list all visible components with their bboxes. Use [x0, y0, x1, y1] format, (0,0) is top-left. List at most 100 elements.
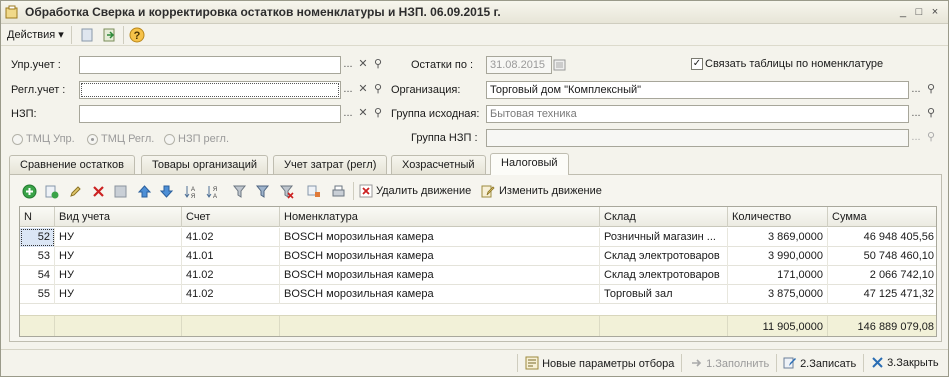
- nzp-clear-icon[interactable]: ✕: [356, 105, 370, 123]
- copy-add-icon[interactable]: [44, 184, 59, 199]
- edit-move-label: Изменить движение: [499, 185, 602, 197]
- col-header-n[interactable]: N: [20, 207, 55, 227]
- regl-field[interactable]: [79, 81, 341, 99]
- radio-tmc-regl[interactable]: [87, 134, 98, 145]
- calendar-icon[interactable]: [553, 58, 566, 71]
- cell-sklad[interactable]: Склад электротоваров: [600, 266, 728, 285]
- nzp-search-icon[interactable]: ⚲: [371, 105, 385, 123]
- save-icon[interactable]: [113, 184, 128, 199]
- radio-tmc-upr[interactable]: [12, 134, 23, 145]
- delete-move-label: Удалить движение: [376, 185, 472, 197]
- write-button[interactable]: 2.Записать: [783, 356, 856, 371]
- cell-sum[interactable]: 47 125 471,32: [828, 285, 936, 304]
- cell-schet[interactable]: 41.01: [182, 247, 280, 266]
- col-header-schet[interactable]: Счет: [182, 207, 280, 227]
- cell-sum[interactable]: 46 948 405,56: [828, 228, 936, 247]
- help-icon[interactable]: ?: [129, 27, 145, 43]
- cell-vid[interactable]: НУ: [55, 247, 182, 266]
- upr-search-icon[interactable]: ⚲: [371, 56, 385, 74]
- group-nzp-field[interactable]: [486, 129, 909, 147]
- cell-sklad[interactable]: Склад электротоваров: [600, 247, 728, 266]
- nzp-field[interactable]: [79, 105, 341, 123]
- tab-sravnenie[interactable]: Сравнение остатков: [9, 155, 135, 174]
- edit-icon[interactable]: [68, 184, 83, 199]
- org-field[interactable]: Торговый дом "Комплексный": [486, 81, 909, 99]
- group-src-select-button[interactable]: ...: [909, 105, 923, 123]
- new-params-button[interactable]: Новые параметры отбора: [525, 356, 674, 371]
- tab-uchet-zatrat[interactable]: Учет затрат (регл): [273, 155, 388, 174]
- cell-qty[interactable]: 3 875,0000: [728, 285, 828, 304]
- cell-vid[interactable]: НУ: [55, 266, 182, 285]
- sort-desc-icon[interactable]: Я A: [205, 184, 220, 199]
- group-src-field[interactable]: Бытовая техника: [486, 105, 909, 123]
- table-row[interactable]: 55 НУ 41.02 BOSCH морозильная камера Тор…: [20, 285, 936, 304]
- table-row[interactable]: 54 НУ 41.02 BOSCH морозильная камера Скл…: [20, 266, 936, 285]
- actions-menu-button[interactable]: Действия ▾: [3, 26, 68, 44]
- upr-field[interactable]: [79, 56, 341, 74]
- move-up-icon[interactable]: [137, 184, 152, 199]
- close-button[interactable]: 3.Закрыть: [871, 356, 939, 370]
- cell-nom[interactable]: BOSCH морозильная камера: [280, 285, 600, 304]
- cell-schet[interactable]: 41.02: [182, 266, 280, 285]
- filter-icon[interactable]: [232, 184, 247, 199]
- maximize-button[interactable]: □: [913, 6, 925, 18]
- col-header-vid[interactable]: Вид учета: [55, 207, 182, 227]
- cell-sklad[interactable]: Торговый зал: [600, 285, 728, 304]
- col-header-qty[interactable]: Количество: [728, 207, 828, 227]
- cell-n[interactable]: 55: [20, 285, 55, 304]
- movements-table[interactable]: N Вид учета Счет Номенклатура Склад Коли…: [19, 206, 937, 337]
- cell-n[interactable]: 53: [20, 247, 55, 266]
- org-select-button[interactable]: ...: [909, 81, 923, 99]
- window-title: Обработка Сверка и корректировка остатко…: [25, 5, 501, 19]
- structure-icon[interactable]: [306, 184, 321, 199]
- regl-select-button[interactable]: ...: [341, 81, 355, 99]
- upr-clear-icon[interactable]: ✕: [356, 56, 370, 74]
- sort-asc-icon[interactable]: A Я: [183, 184, 198, 199]
- upr-select-button[interactable]: ...: [341, 56, 355, 74]
- cell-vid[interactable]: НУ: [55, 285, 182, 304]
- regl-clear-icon[interactable]: ✕: [356, 81, 370, 99]
- close-window-button[interactable]: ×: [929, 6, 941, 18]
- cell-sum[interactable]: 50 748 460,10: [828, 247, 936, 266]
- cell-schet[interactable]: 41.02: [182, 285, 280, 304]
- delete-icon[interactable]: [91, 184, 106, 199]
- nzp-select-button[interactable]: ...: [341, 105, 355, 123]
- cell-nom[interactable]: BOSCH морозильная камера: [280, 266, 600, 285]
- cell-n[interactable]: 52: [20, 228, 55, 247]
- col-header-sklad[interactable]: Склад: [600, 207, 728, 227]
- filter-set-icon[interactable]: [255, 184, 270, 199]
- cell-nom[interactable]: BOSCH морозильная камера: [280, 228, 600, 247]
- tab-nalogovy[interactable]: Налоговый: [490, 153, 569, 175]
- cell-qty[interactable]: 3 990,0000: [728, 247, 828, 266]
- cell-vid[interactable]: НУ: [55, 228, 182, 247]
- group-nzp-select-button[interactable]: ...: [909, 129, 923, 147]
- cell-nom[interactable]: BOSCH морозильная камера: [280, 247, 600, 266]
- cell-qty[interactable]: 3 869,0000: [728, 228, 828, 247]
- col-header-sum[interactable]: Сумма: [828, 207, 936, 227]
- table-row[interactable]: 52 НУ 41.02 BOSCH морозильная камера Роз…: [20, 228, 936, 247]
- tab-tovary[interactable]: Товары организаций: [141, 155, 268, 174]
- print-icon[interactable]: [331, 184, 346, 199]
- group-nzp-search-icon[interactable]: ⚲: [924, 129, 938, 147]
- org-search-icon[interactable]: ⚲: [924, 81, 938, 99]
- cell-schet[interactable]: 41.02: [182, 228, 280, 247]
- add-icon[interactable]: [22, 184, 37, 199]
- minimize-button[interactable]: _: [897, 6, 909, 18]
- regl-search-icon[interactable]: ⚲: [371, 81, 385, 99]
- tab-hozraschetny[interactable]: Хозрасчетный: [391, 155, 486, 174]
- table-row[interactable]: 53 НУ 41.01 BOSCH морозильная камера Скл…: [20, 247, 936, 266]
- radio-nzp-regl[interactable]: [164, 134, 175, 145]
- filter-clear-icon[interactable]: [279, 184, 294, 199]
- col-header-nom[interactable]: Номенклатура: [280, 207, 600, 227]
- group-src-search-icon[interactable]: ⚲: [924, 105, 938, 123]
- move-down-icon[interactable]: [159, 184, 174, 199]
- cell-sum[interactable]: 2 066 742,10: [828, 266, 936, 285]
- cell-sklad[interactable]: Розничный магазин ...: [600, 228, 728, 247]
- link-tables-checkbox[interactable]: ✓: [691, 58, 703, 70]
- ostatki-date-field[interactable]: 31.08.2015: [486, 56, 552, 74]
- fill-button[interactable]: 1.Заполнить: [689, 356, 769, 371]
- cell-qty[interactable]: 171,0000: [728, 266, 828, 285]
- document-icon[interactable]: [79, 27, 95, 43]
- document-go-icon[interactable]: [101, 27, 117, 43]
- cell-n[interactable]: 54: [20, 266, 55, 285]
